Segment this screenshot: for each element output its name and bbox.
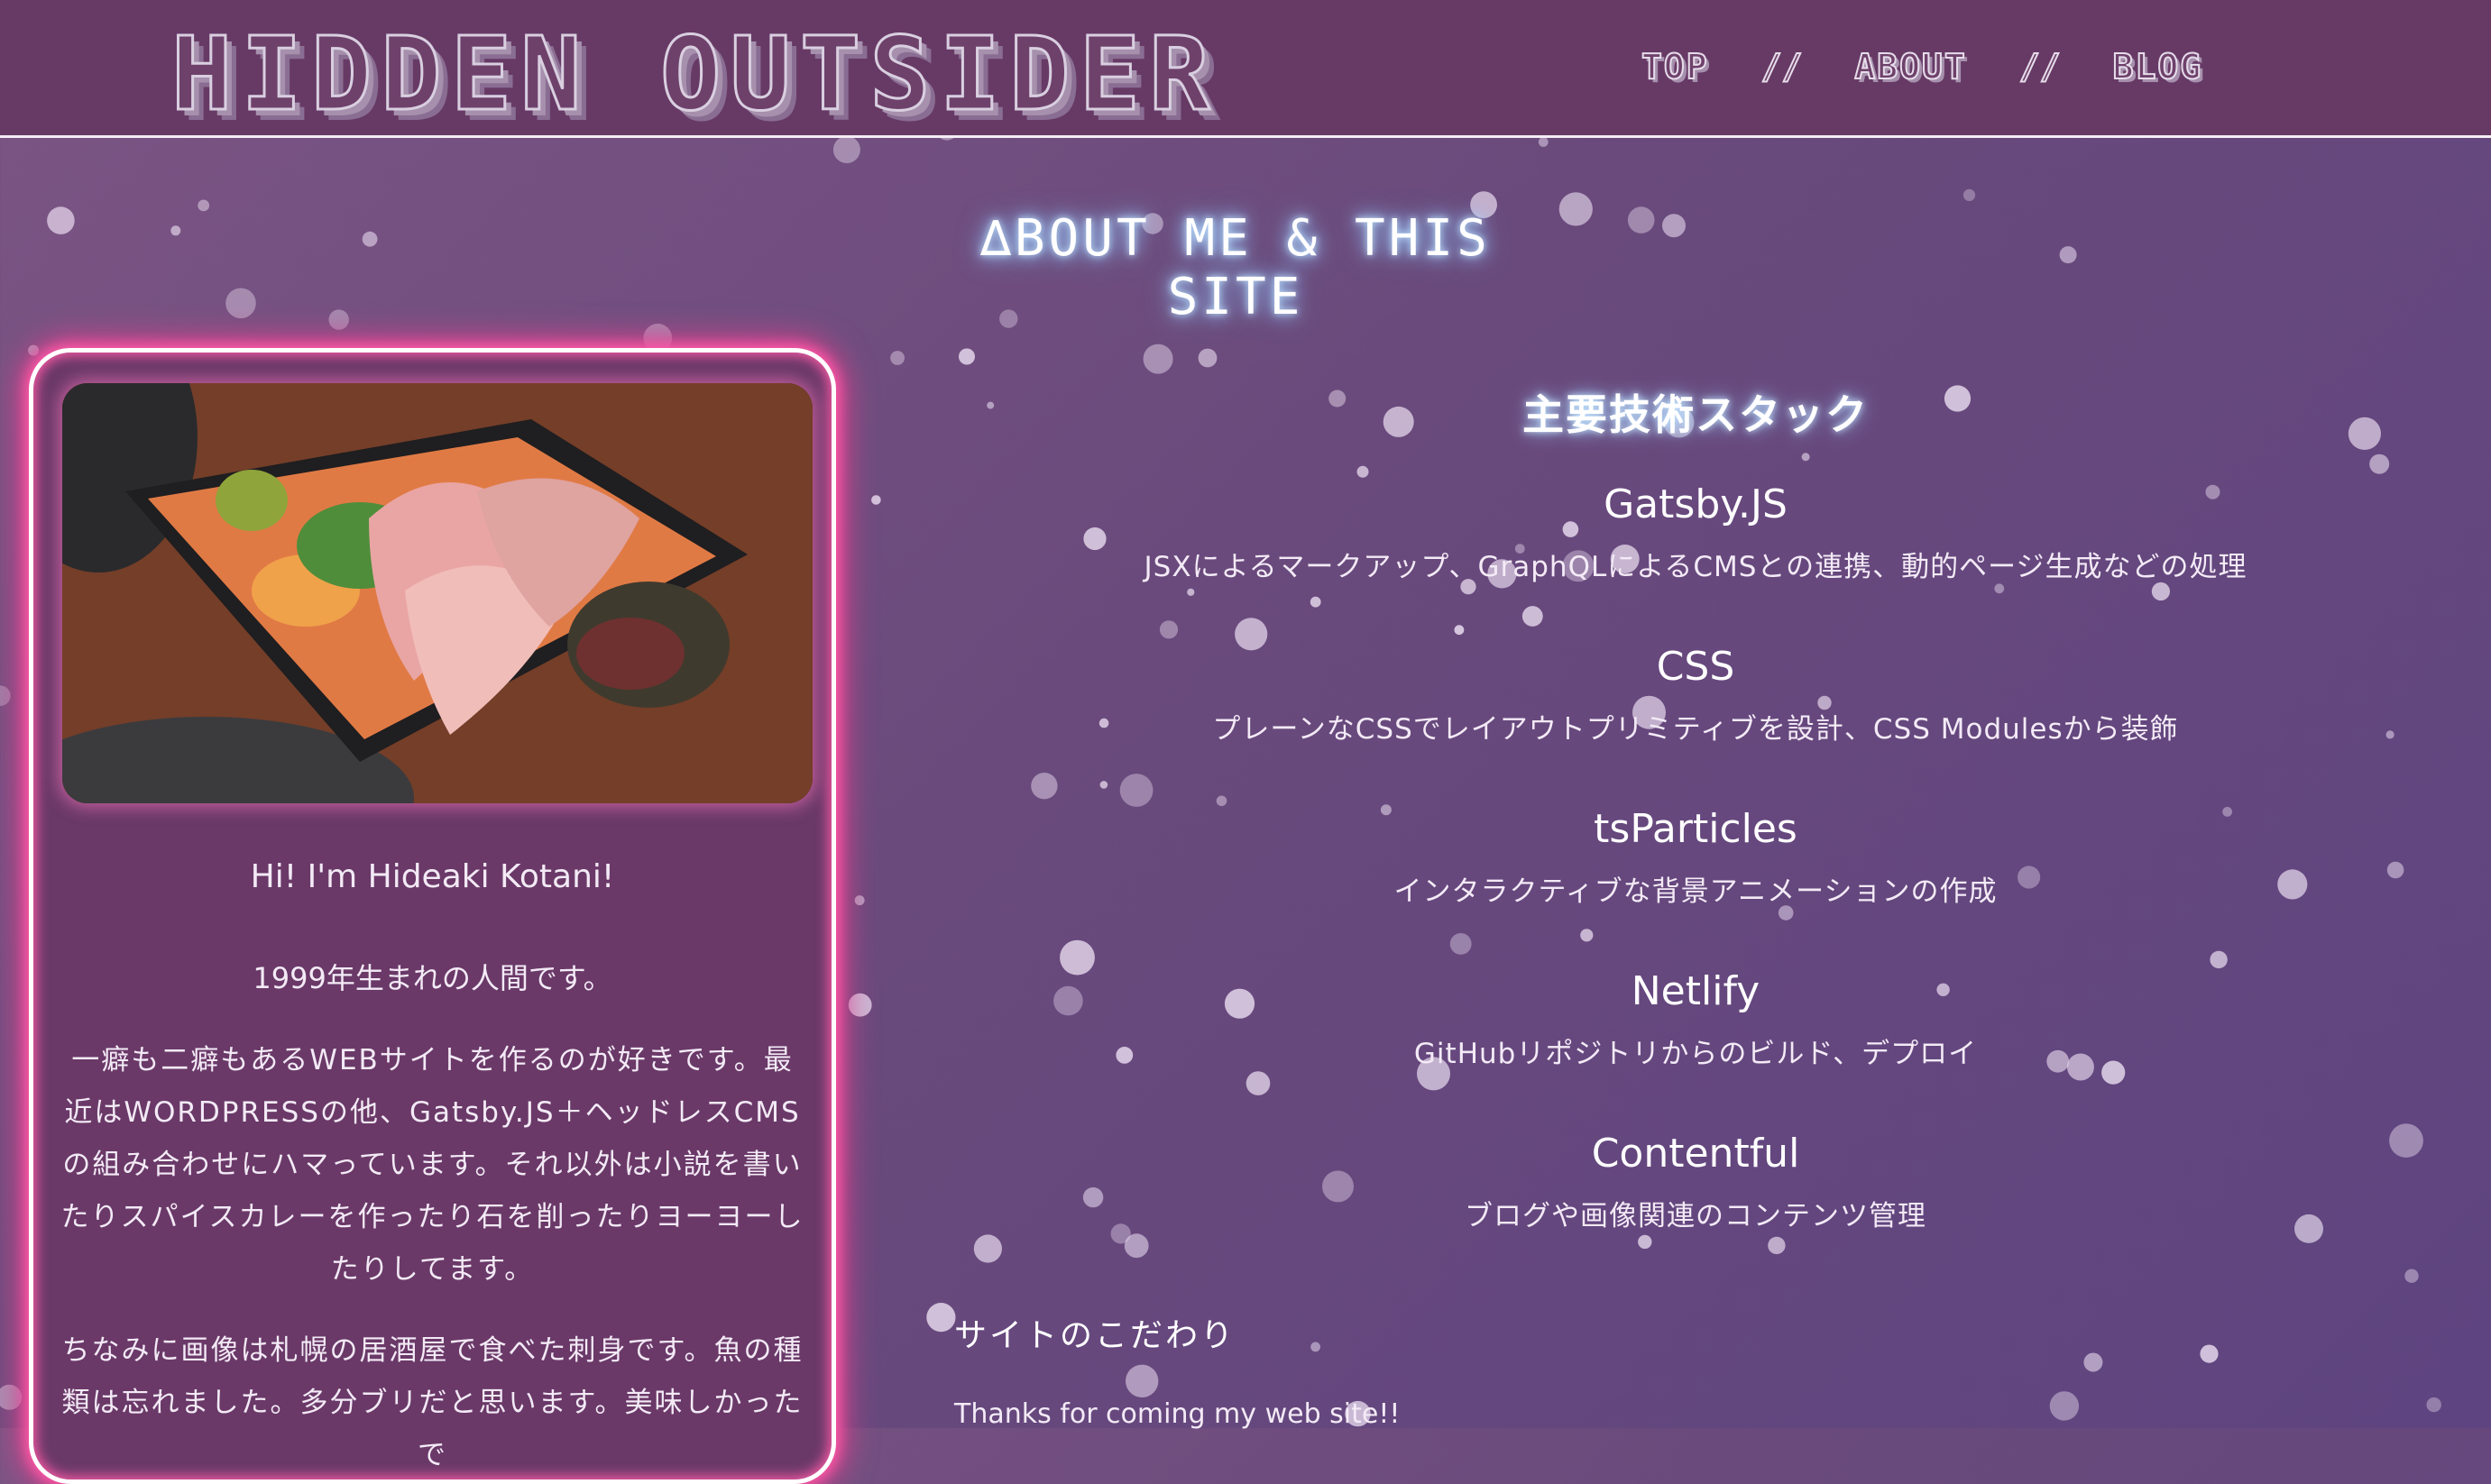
tech-name: Netlify — [1631, 968, 1760, 1014]
site-features-heading: サイトのこだわり — [954, 1317, 1236, 1354]
particle-dot — [1962, 188, 1976, 201]
tech-desc: プレーンなCSSでレイアウトプリミティブを設計、CSS Modulesから装飾 — [1212, 713, 2179, 746]
nav-separator: // — [1760, 46, 1804, 87]
tech-desc: GitHubリポジトリからのビルド、デプロイ — [1413, 1038, 1978, 1070]
particle-dot — [1126, 1364, 1159, 1398]
particle-dot — [198, 199, 210, 212]
particle-dot — [1454, 625, 1465, 636]
particle-dot — [973, 1234, 1002, 1263]
particle-dot — [871, 495, 881, 505]
particle-dot — [1159, 620, 1179, 639]
particle-dot — [225, 288, 256, 319]
particle-dot — [2200, 1344, 2219, 1363]
profile-greeting: Hi! I'm Hideaki Kotani! — [250, 858, 615, 895]
particle-dot — [926, 1303, 956, 1333]
particle-dot — [1099, 781, 1108, 789]
tech-desc: ブログや画像関連のコンテンツ管理 — [1465, 1200, 1926, 1232]
site-header: HIDDEN OUTSIDER TOP // ABOUT // BLOG — [0, 0, 2491, 138]
nav-top-link[interactable]: TOP — [1641, 46, 1709, 87]
particle-dot — [1538, 137, 1549, 147]
particle-dot — [328, 309, 349, 330]
tech-item-gatsby: Gatsby.JS JSXによるマークアップ、GraphQLによるCMSとの連携… — [956, 478, 2435, 590]
particle-dot — [0, 1384, 23, 1410]
tech-item-netlify: Netlify GitHubリポジトリからのビルド、デプロイ — [956, 965, 2435, 1076]
particle-dot — [2059, 246, 2077, 264]
nav-blog-link[interactable]: BLOG — [2112, 46, 2203, 87]
tech-name: Gatsby.JS — [1604, 481, 1788, 527]
tech-item-css: CSS プレーンなCSSでレイアウトプリミティブを設計、CSS Modulesか… — [956, 640, 2435, 752]
tech-name: CSS — [1656, 644, 1735, 690]
tech-name: Contentful — [1591, 1131, 1800, 1177]
nav-separator: // — [2018, 46, 2062, 87]
tech-item-contentful: Contentful ブログや画像関連のコンテンツ管理 — [956, 1127, 2435, 1239]
tech-desc: JSXによるマークアップ、GraphQLによるCMSとの連携、動的ページ生成など… — [1144, 551, 2247, 583]
profile-birth: 1999年生まれの人間です。 — [253, 961, 612, 995]
particle-dot — [1356, 465, 1369, 478]
tech-item-tsparticles: tsParticles インタラクティブな背景アニメーションの作成 — [956, 802, 2435, 914]
particle-dot — [1310, 1342, 1320, 1352]
particle-dot — [959, 348, 975, 365]
nav-about-link[interactable]: ABOUT — [1853, 46, 1966, 87]
particle-dot — [0, 685, 11, 706]
tech-name: tsParticles — [1594, 806, 1797, 852]
particle-dot — [854, 895, 865, 906]
particle-dot — [1521, 606, 1543, 627]
particle-dot — [2049, 1391, 2080, 1421]
particle-dot — [1310, 596, 1321, 608]
particle-dot — [2404, 1269, 2419, 1283]
particle-dot — [28, 344, 40, 356]
sashimi-photo-illustration — [62, 383, 813, 803]
particle-dot — [1627, 206, 1655, 234]
particle-dot — [1768, 1236, 1786, 1255]
particle-dot — [47, 206, 75, 234]
particle-dot — [2083, 1352, 2103, 1372]
main-nav: TOP // ABOUT // BLOG — [1641, 40, 2202, 94]
particle-dot — [1449, 933, 1472, 955]
particle-dot — [1198, 348, 1218, 368]
page-title: ∆BOUT ME & THIS SITE — [980, 209, 1491, 326]
particle-dot — [1031, 773, 1058, 800]
particle-dot — [848, 993, 872, 1017]
tech-stack-title: 主要技術スタック — [1522, 390, 1869, 439]
particle-dot — [832, 136, 860, 163]
particle-dot — [362, 231, 378, 247]
profile-card: Hi! I'm Hideaki Kotani! 1999年生まれの人間です。 一… — [29, 348, 836, 1484]
particle-dot — [2426, 1397, 2441, 1413]
particle-dot — [1662, 214, 1686, 238]
thanks-message: Thanks for coming my web site!! — [954, 1398, 1401, 1430]
profile-photo — [62, 383, 813, 803]
particle-dot — [1801, 453, 1810, 462]
particle-dot — [890, 351, 905, 365]
profile-bio: 一癖も二癖もあるWEBサイトを作るのが好きです。最近はWORDPRESSの他、G… — [60, 1044, 804, 1286]
profile-photo-note: ちなみに画像は札幌の居酒屋で食べた刺身です。魚の種類は忘れました。多分ブリだと思… — [61, 1334, 804, 1471]
site-logo[interactable]: HIDDEN OUTSIDER — [170, 15, 1218, 135]
particle-dot — [1143, 344, 1173, 374]
particle-dot — [2369, 453, 2390, 474]
particle-dot — [170, 225, 181, 236]
tech-desc: インタラクティブな背景アニメーションの作成 — [1393, 875, 1998, 908]
particle-dot — [1580, 929, 1594, 942]
